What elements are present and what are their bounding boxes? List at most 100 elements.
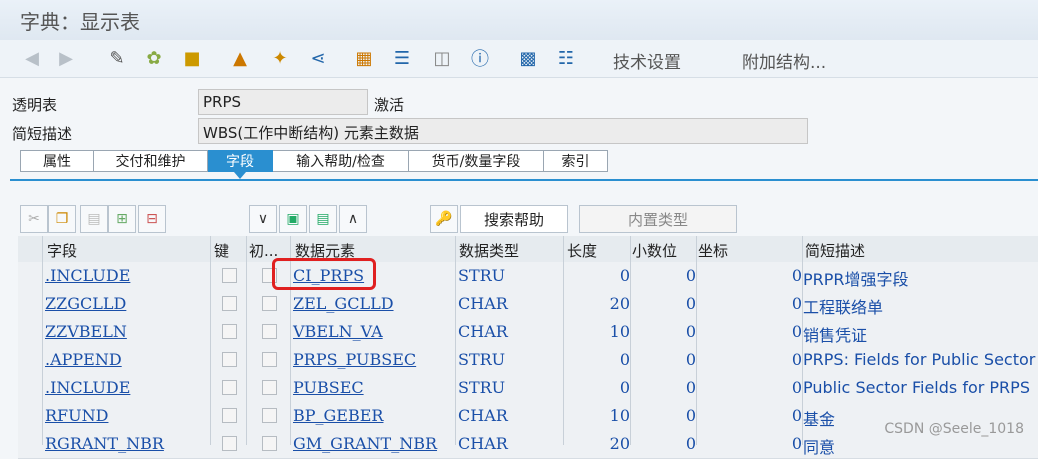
data-element-cell[interactable]: BP_GEBER (293, 406, 383, 425)
coordinate-cell: 0 (791, 294, 802, 313)
back-arrow-icon[interactable]: ◀ (20, 45, 44, 71)
coordinate-cell: 0 (791, 434, 802, 453)
field-name-cell[interactable]: ZZVBELN (45, 322, 127, 341)
coordinate-cell: 0 (791, 266, 802, 285)
column-divider (696, 236, 697, 445)
initial-checkbox[interactable] (262, 408, 277, 423)
key-checkbox[interactable] (222, 352, 237, 367)
data-type-cell: CHAR (458, 406, 508, 425)
column-header-short-description[interactable]: 简短描述 (805, 240, 865, 261)
column-divider (563, 236, 564, 445)
object-list-icon[interactable]: ▦ (352, 45, 376, 71)
insert-row-icon[interactable]: ⊞ (108, 205, 136, 233)
tech-settings-button[interactable]: 技术设置 (613, 48, 681, 73)
length-cell: 10 (609, 322, 630, 341)
field-name-cell[interactable]: .INCLUDE (45, 378, 130, 397)
key-checkbox[interactable] (222, 380, 237, 395)
initial-checkbox[interactable] (262, 436, 277, 451)
navigation-window-icon[interactable]: ☰ (390, 45, 414, 71)
graphic-icon[interactable]: ▩ (516, 45, 540, 71)
where-used-icon[interactable]: ▲ (228, 45, 252, 71)
initial-checkbox[interactable] (262, 380, 277, 395)
column-header-key[interactable]: 键 (214, 240, 229, 261)
column-header-data-type[interactable]: 数据类型 (459, 240, 519, 261)
coordinate-cell: 0 (791, 378, 802, 397)
builtin-type-button[interactable]: 内置类型 (579, 205, 737, 233)
data-element-cell[interactable]: ZEL_GCLLD (293, 294, 394, 313)
data-element-cell[interactable]: PUBSEC (293, 378, 364, 397)
column-header-coordinate[interactable]: 坐标 (698, 240, 728, 261)
column-header-initial[interactable]: 初... (249, 240, 278, 261)
field-name-cell[interactable]: RFUND (45, 406, 108, 425)
tab-currency-quantity-fields[interactable]: 货币/数量字段 (409, 150, 544, 172)
field-name-cell[interactable]: .APPEND (45, 350, 122, 369)
table-row[interactable]: .INCLUDE PUBSEC STRU 0 0 0 Public Sector… (18, 374, 1038, 403)
column-divider (455, 236, 456, 445)
description-cell: 工程联络单 (803, 298, 884, 317)
decimals-cell: 0 (685, 406, 696, 425)
table-row[interactable]: .INCLUDE CI_PRPS STRU 0 0 0 PRPR增强字段 (18, 262, 1038, 291)
activate-icon[interactable]: ■ (180, 45, 204, 71)
column-header-field[interactable]: 字段 (47, 240, 77, 261)
window-title: 字典：显示表 (20, 10, 140, 34)
coordinate-cell: 0 (791, 406, 802, 425)
column-divider (246, 236, 247, 445)
table-view-icon[interactable]: ☷ (554, 45, 578, 71)
chevron-up-icon[interactable]: ∧ (339, 205, 367, 233)
field-name-cell[interactable]: ZZGCLLD (45, 294, 126, 313)
new-rows-icon[interactable]: ▣ (279, 205, 307, 233)
info-icon[interactable]: ⓘ (468, 45, 492, 71)
magic-wand-icon[interactable]: ✦ (268, 45, 292, 71)
search-help-icon[interactable]: 🔑 (430, 205, 458, 233)
field-name-cell[interactable]: RGRANT_NBR (45, 434, 164, 453)
watermark: CSDN @Seele_1018 (884, 421, 1024, 437)
initial-checkbox[interactable] (262, 324, 277, 339)
table-row[interactable]: ZZVBELN VBELN_VA CHAR 10 0 0 销售凭证 (18, 318, 1038, 347)
short-description-field[interactable]: WBS(工作中断结构) 元素主数据 (198, 118, 808, 144)
data-element-cell[interactable]: GM_GRANT_NBR (293, 434, 437, 453)
transparent-table-label: 透明表 (12, 96, 58, 114)
initial-checkbox[interactable] (262, 296, 277, 311)
table-name-field[interactable]: PRPS (198, 89, 368, 115)
data-type-cell: CHAR (458, 322, 508, 341)
paste-icon[interactable]: ▤ (80, 205, 108, 233)
key-checkbox[interactable] (222, 436, 237, 451)
tab-delivery-maintenance[interactable]: 交付和维护 (94, 150, 208, 172)
cut-icon[interactable]: ✂ (20, 205, 48, 233)
chevron-down-icon[interactable]: ∨ (249, 205, 277, 233)
delete-row-icon[interactable]: ⊟ (138, 205, 166, 233)
decimals-cell: 0 (685, 350, 696, 369)
append-structure-button[interactable]: 附加结构... (742, 48, 826, 73)
data-element-cell[interactable]: PRPS_PUBSEC (293, 350, 416, 369)
description-cell: PRPS: Fields for Public Sector (803, 350, 1036, 369)
key-checkbox[interactable] (222, 268, 237, 283)
status-text: 激活 (374, 96, 405, 114)
check-icon[interactable]: ✿ (142, 45, 166, 71)
forward-arrow-icon[interactable]: ▶ (54, 45, 78, 71)
column-header-length[interactable]: 长度 (567, 240, 597, 261)
column-header-decimals[interactable]: 小数位 (632, 240, 677, 261)
description-cell: 基金 (803, 410, 836, 429)
data-element-cell[interactable]: VBELN_VA (293, 322, 383, 341)
tab-indexes[interactable]: 索引 (544, 150, 608, 172)
table-row[interactable]: ZZGCLLD ZEL_GCLLD CHAR 20 0 0 工程联络单 (18, 290, 1038, 319)
hierarchy-icon[interactable]: ⋖ (306, 45, 330, 71)
tab-input-help-check[interactable]: 输入帮助/检查 (273, 150, 409, 172)
data-type-cell: CHAR (458, 294, 508, 313)
initial-checkbox[interactable] (262, 352, 277, 367)
tab-attributes[interactable]: 属性 (20, 150, 94, 172)
description-cell: PRPR增强字段 (803, 270, 909, 289)
layout-icon[interactable]: ◫ (430, 45, 454, 71)
tab-fields[interactable]: 字段 (208, 150, 273, 172)
table-row[interactable]: .APPEND PRPS_PUBSEC STRU 0 0 0 PRPS: Fie… (18, 346, 1038, 375)
key-checkbox[interactable] (222, 296, 237, 311)
column-divider (42, 236, 43, 445)
display-change-icon[interactable]: ✎ (105, 45, 129, 71)
details-icon[interactable]: ▤ (309, 205, 337, 233)
key-checkbox[interactable] (222, 324, 237, 339)
copy-icon[interactable]: ❐ (48, 205, 76, 233)
key-checkbox[interactable] (222, 408, 237, 423)
search-help-button[interactable]: 搜索帮助 (460, 205, 568, 233)
decimals-cell: 0 (685, 294, 696, 313)
field-name-cell[interactable]: .INCLUDE (45, 266, 130, 285)
